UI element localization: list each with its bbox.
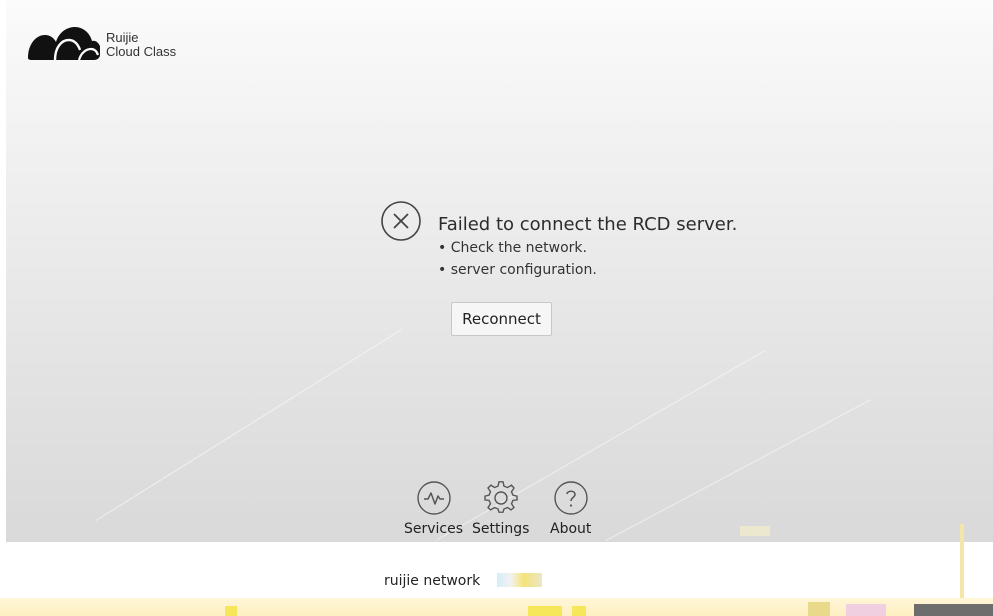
render-artifact [914, 604, 993, 616]
render-artifact [846, 604, 886, 616]
error-hint-server: • server configuration. [438, 262, 597, 278]
render-artifact [225, 606, 237, 616]
brand-logo: Ruijie Cloud Class [24, 22, 176, 66]
services-label: Services [404, 521, 464, 537]
bottom-band [0, 598, 993, 616]
settings-label: Settings [472, 521, 530, 537]
close-circle-icon [381, 201, 421, 241]
render-artifact [572, 606, 586, 616]
app-screen: Ruijie Cloud Class Failed to connect the… [0, 0, 993, 616]
reconnect-button[interactable]: Reconnect [451, 302, 552, 336]
services-button[interactable]: Services [404, 480, 463, 537]
error-hint-network: • Check the network. [438, 240, 587, 256]
pulse-icon [416, 481, 451, 515]
about-label: About [550, 521, 592, 537]
render-artifact [528, 606, 562, 616]
background-streak [95, 329, 402, 521]
brand-name: Ruijie Cloud Class [106, 31, 176, 59]
render-artifact [740, 526, 770, 536]
render-artifact [497, 573, 542, 587]
error-title: Failed to connect the RCD server. [438, 214, 738, 235]
render-artifact [808, 602, 830, 616]
footer-copyright: ruijie network [384, 573, 481, 589]
brand-name-line2: Cloud Class [106, 44, 177, 59]
render-artifact [960, 524, 964, 604]
cloud-logo-icon [28, 27, 100, 61]
brand-name-line1: Ruijie [106, 30, 139, 45]
settings-button[interactable]: Settings [472, 480, 529, 537]
question-icon [554, 481, 588, 515]
error-text: Failed to connect the RCD server. • Chec… [438, 213, 737, 281]
footer-strip [0, 542, 993, 600]
background-streak [605, 399, 872, 541]
about-button[interactable]: About [550, 480, 591, 537]
gear-icon [484, 481, 518, 513]
